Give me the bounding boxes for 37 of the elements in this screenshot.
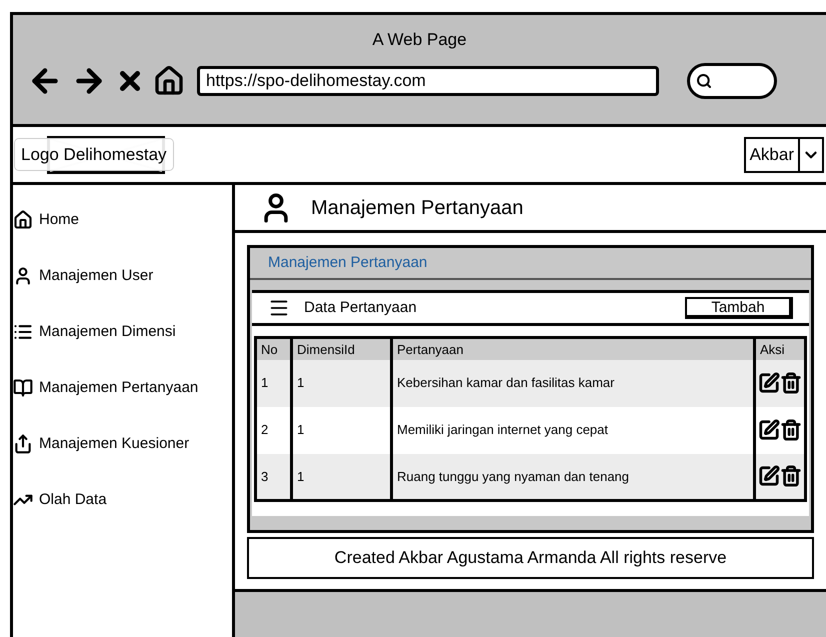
edit-icon[interactable] xyxy=(758,419,780,441)
table-cell: Ruang tunggu yang nyaman dan tenang xyxy=(392,454,754,500)
user-dropdown[interactable]: Akbar xyxy=(744,136,824,172)
trash-icon[interactable] xyxy=(780,465,802,488)
window-title: A Web Page xyxy=(372,29,467,51)
page-title: Manajemen Pertanyaan xyxy=(311,196,524,220)
table-cell: 1 xyxy=(292,406,392,454)
list-icon xyxy=(13,322,33,342)
table-cell: 1 xyxy=(292,454,392,500)
sidebar-item[interactable]: Manajemen Dimensi xyxy=(13,311,232,367)
share-icon xyxy=(13,434,33,454)
table-cell: Memiliki jaringan internet yang cepat xyxy=(392,406,754,454)
sidebar-item[interactable]: Home xyxy=(13,199,232,255)
table-cell: 3 xyxy=(256,454,292,500)
sidebar-item[interactable]: Manajemen Pertanyaan xyxy=(13,367,232,423)
add-button[interactable]: Tambah xyxy=(685,297,793,319)
sidebar-item[interactable]: Manajemen User xyxy=(13,255,232,311)
user-icon xyxy=(13,266,33,286)
edit-icon[interactable] xyxy=(758,372,780,394)
edit-icon[interactable] xyxy=(758,465,780,488)
footer: Created Akbar Agustama Armanda All rights reserve xyxy=(247,537,814,579)
search-field[interactable] xyxy=(687,62,777,98)
table-cell: Kebersihan kamar dan fasilitas kamar xyxy=(392,360,754,406)
trash-icon[interactable] xyxy=(780,419,802,441)
address-field[interactable]: https://spo-delihomestay.com xyxy=(197,66,659,96)
table-cell: 2 xyxy=(256,406,292,454)
table-cell: 1 xyxy=(292,360,392,406)
section-title: Data Pertanyaan xyxy=(304,298,417,318)
panel-header: Manajemen Pertanyaan xyxy=(250,248,811,280)
home-icon[interactable] xyxy=(153,64,185,96)
table-cell: 1 xyxy=(256,360,292,406)
book-icon xyxy=(13,378,33,398)
home-icon xyxy=(13,210,33,230)
search-icon xyxy=(696,72,712,88)
sidebar-item[interactable]: Manajemen Kuesioner xyxy=(13,423,232,479)
trash-icon[interactable] xyxy=(780,372,802,394)
sidebar-item[interactable]: Olah Data xyxy=(13,479,232,535)
